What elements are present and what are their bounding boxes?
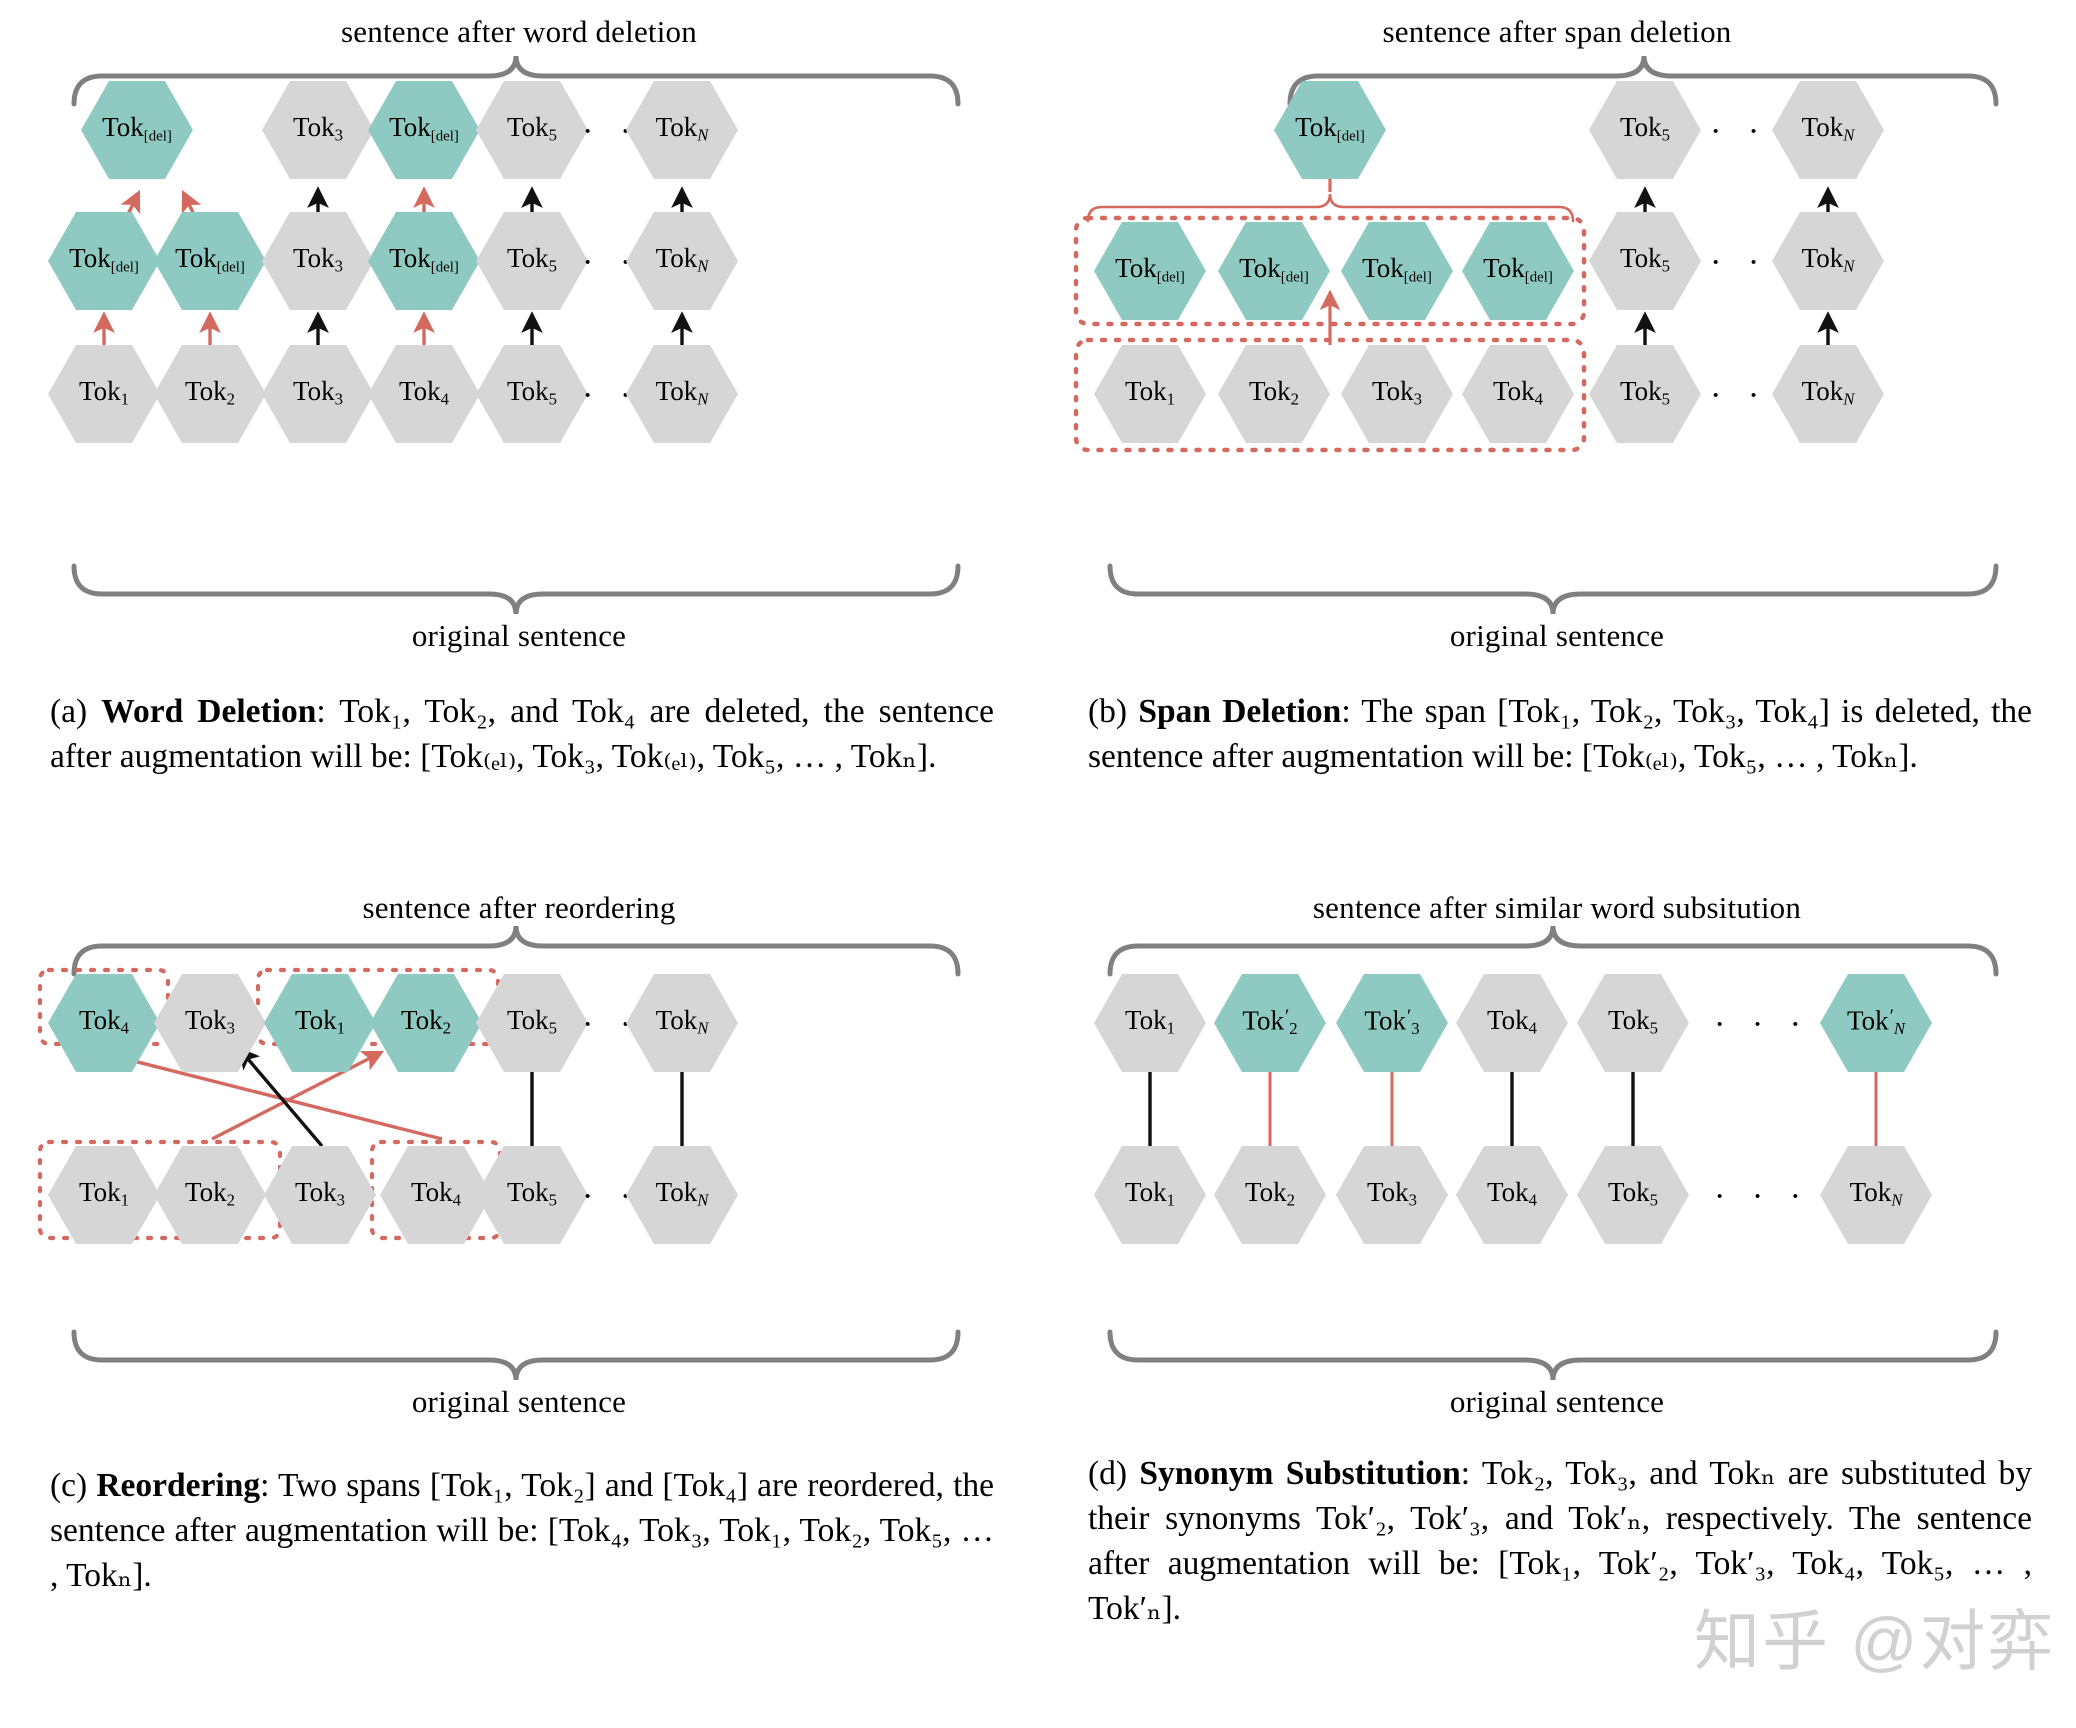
caption-tag: (b) [1088, 693, 1128, 730]
token-label: Tok4 [79, 1004, 129, 1038]
diagram-word-deletion: sentence after word deletion Tok[del] To… [0, 0, 1038, 660]
token-label: Tok3 [293, 242, 343, 276]
token-label: Tok4 [411, 1176, 461, 1210]
panel-reordering: sentence after reordering Tok4 Tok3 Tok1… [0, 864, 1038, 1728]
caption-tag: (c) [50, 1467, 88, 1504]
token-label: Tok′2 [1242, 1004, 1298, 1038]
token-label: Tok2 [185, 1176, 235, 1210]
ellipsis: · · · [1714, 1178, 1810, 1215]
token-label: TokN [1801, 242, 1855, 276]
panel-b-connectors [1073, 55, 1999, 615]
token-label: TokN [1801, 375, 1855, 409]
token-label: Tok5 [507, 1176, 557, 1210]
token-label: Tok[del] [175, 242, 245, 276]
diagram-synonym-substitution: sentence after similar word subsitution [1038, 864, 2076, 1524]
token-label: Tok[del] [1115, 252, 1185, 286]
token-label: Tok2 [185, 375, 235, 409]
token-label: Tok1 [1125, 375, 1175, 409]
token-label: Tok[del] [1362, 252, 1432, 286]
token-label: Tok[del] [1295, 111, 1365, 145]
token-label: Tok5 [1608, 1176, 1658, 1210]
token-label: TokN [1801, 111, 1855, 145]
token-label: Tok4 [1493, 375, 1543, 409]
token-label: Tok5 [507, 375, 557, 409]
diagram-span-deletion: sentence after span deletion Tok[del] To… [1038, 0, 2076, 660]
token-label: Tok2 [401, 1004, 451, 1038]
token-label: Tok5 [507, 242, 557, 276]
panel-word-deletion: sentence after word deletion Tok[del] To… [0, 0, 1038, 864]
token-label: Tok[del] [1483, 252, 1553, 286]
caption-title: Span Deletion [1138, 693, 1342, 730]
token-label: Tok3 [293, 375, 343, 409]
token-label: Tok′N [1846, 1004, 1906, 1038]
token-label: TokN [655, 1176, 709, 1210]
caption-title: Synonym Substitution [1139, 1455, 1461, 1492]
diagram-reordering: sentence after reordering Tok4 Tok3 Tok1… [0, 864, 1038, 1524]
caption-title: Word Deletion [101, 693, 317, 730]
token-label: Tok5 [507, 1004, 557, 1038]
figure-grid: sentence after word deletion Tok[del] To… [0, 0, 2076, 1728]
panel-d-bottom-label: original sentence [1449, 1384, 1665, 1419]
token-label: Tok1 [1125, 1004, 1175, 1038]
token-label: Tok1 [79, 1176, 129, 1210]
token-label: Tok′3 [1364, 1004, 1420, 1038]
panel-b-bottom-label: original sentence [1449, 618, 1665, 653]
panel-b-caption: (b) Span Deletion: The span [Tok₁, Tok₂,… [1038, 690, 2076, 780]
token-label: Tok[del] [389, 111, 459, 145]
panel-a-bottom-label: original sentence [411, 618, 627, 653]
token-label: Tok3 [1372, 375, 1422, 409]
token-label: Tok2 [1249, 375, 1299, 409]
token-label: Tok3 [295, 1176, 345, 1210]
panel-d-caption: (d) Synonym Substitution: Tok₂, Tok₃, an… [1038, 1452, 2076, 1632]
token-label: Tok1 [295, 1004, 345, 1038]
caption-title: Reordering [96, 1467, 261, 1504]
token-label: TokN [655, 111, 709, 145]
token-label: Tok4 [1487, 1176, 1537, 1210]
panel-synonym-substitution: sentence after similar word subsitution [1038, 864, 2076, 1728]
token-label: Tok3 [293, 111, 343, 145]
token-label: Tok[del] [69, 242, 139, 276]
token-label: Tok5 [1620, 111, 1670, 145]
token-label: Tok5 [1608, 1004, 1658, 1038]
token-label: TokN [1849, 1176, 1903, 1210]
token-label: Tok4 [1487, 1004, 1537, 1038]
caption-tag: (d) [1088, 1455, 1128, 1492]
token-label: Tok2 [1245, 1176, 1295, 1210]
panel-a-caption: (a) Word Deletion: Tok₁, Tok₂, and Tok₄ … [0, 690, 1038, 780]
ellipsis: · · · [1714, 1006, 1810, 1043]
token-label: Tok4 [399, 375, 449, 409]
token-label: TokN [655, 1004, 709, 1038]
token-label: Tok[del] [1239, 252, 1309, 286]
panel-c-caption: (c) Reordering: Two spans [Tok₁, Tok₂] a… [0, 1464, 1038, 1599]
token-label: Tok1 [1125, 1176, 1175, 1210]
token-label: Tok3 [185, 1004, 235, 1038]
panel-c-bottom-label: original sentence [411, 1384, 627, 1419]
token-label: Tok[del] [102, 111, 172, 145]
token-label: Tok3 [1367, 1176, 1417, 1210]
token-label: Tok1 [79, 375, 129, 409]
token-label: Tok5 [507, 111, 557, 145]
token-label: Tok5 [1620, 242, 1670, 276]
token-label: Tok[del] [389, 242, 459, 276]
panel-span-deletion: sentence after span deletion Tok[del] To… [1038, 0, 2076, 864]
token-label: TokN [655, 242, 709, 276]
token-label: TokN [655, 375, 709, 409]
caption-tag: (a) [50, 693, 88, 730]
token-label: Tok5 [1620, 375, 1670, 409]
